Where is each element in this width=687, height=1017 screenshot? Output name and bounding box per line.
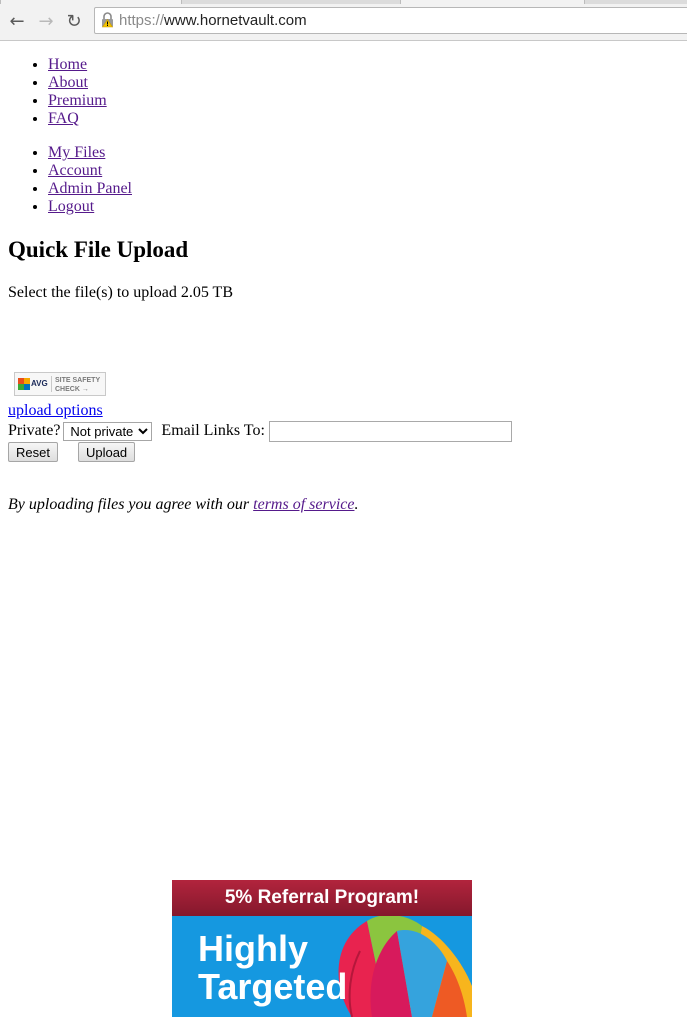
my-files-link[interactable]: My Files [48,144,105,161]
user-menu: My Files Account Admin Panel Logout [8,144,687,216]
terms-of-service-link[interactable]: terms of service [253,496,354,513]
upload-options-link[interactable]: upload options [8,402,103,419]
arrow-left-icon[interactable]: ← [7,11,27,32]
badge-line-2: CHECK → [55,386,89,393]
private-label: Private? [8,422,61,439]
about-link[interactable]: About [48,74,88,91]
browser-tab[interactable] [400,0,585,4]
private-select[interactable]: Not private [63,421,153,441]
page-content: Home About Premium FAQ My Files Account … [8,40,687,513]
url-host: www.hornetvault.com [164,12,307,29]
badge-caption: SITE SAFETY CHECK → [55,376,107,394]
admin-panel-link[interactable]: Admin Panel [48,180,132,197]
referral-ad-banner[interactable]: 5% Referral Program! Highly Targeted [172,880,472,1017]
main-menu: Home About Premium FAQ [8,56,687,128]
avg-brand: AVG [31,379,48,388]
account-link[interactable]: Account [48,162,102,179]
reload-icon[interactable]: ↻ [64,11,84,32]
page-title: Quick File Upload [8,237,189,262]
menu-item-home: Home [48,56,687,74]
browser-tab[interactable] [0,0,182,4]
ad-banner-title: 5% Referral Program! [172,880,472,916]
address-url[interactable]: https://www.hornetvault.com [119,12,307,29]
email-links-input[interactable] [268,420,512,442]
menu-item-about: About [48,74,687,92]
menu-item-admin-panel: Admin Panel [48,180,687,198]
ad-body: Highly Targeted [172,916,472,1017]
avg-site-safety-badge[interactable]: AVG SITE SAFETY CHECK → [14,372,106,396]
avg-logo-icon [18,378,30,390]
badge-line-1: SITE SAFETY [55,377,101,384]
terms-notice: By uploading files you agree with our te… [8,496,358,514]
reset-button[interactable]: Reset [8,442,58,462]
upload-options-row: upload options [8,402,103,420]
menu-item-logout: Logout [48,198,687,216]
ad-headline-line-2: Targeted [198,966,348,1007]
menu-item-premium: Premium [48,92,687,110]
terms-suffix: . [354,496,359,513]
lock-warning-icon[interactable] [101,12,114,28]
terms-prefix: By uploading files you agree with our [8,496,254,513]
menu-item-faq: FAQ [48,110,687,128]
logout-link[interactable]: Logout [48,198,94,215]
form-buttons: Reset Upload [8,442,136,462]
upload-form-row: Private? Not private Email Links To: [8,420,512,442]
arrow-right-icon[interactable]: → [36,11,56,32]
select-files-text: Select the file(s) to upload 2.05 TB [8,284,233,301]
email-links-label: Email Links To: [161,422,265,439]
premium-link[interactable]: Premium [48,92,107,109]
menu-item-my-files: My Files [48,144,687,162]
faq-link[interactable]: FAQ [48,110,79,127]
menu-item-account: Account [48,162,687,180]
address-bar[interactable]: https://www.hornetvault.com [94,7,687,34]
badge-divider [51,376,52,392]
browser-toolbar: ← → ↻ https://www.hornetvault.com [0,0,687,41]
upload-button[interactable]: Upload [77,442,136,462]
home-link[interactable]: Home [48,56,87,73]
ad-headline-line-1: Highly [198,928,309,969]
tab-strip [0,0,687,4]
url-scheme: https:// [119,12,165,29]
ad-headline: Highly Targeted [198,930,347,1006]
